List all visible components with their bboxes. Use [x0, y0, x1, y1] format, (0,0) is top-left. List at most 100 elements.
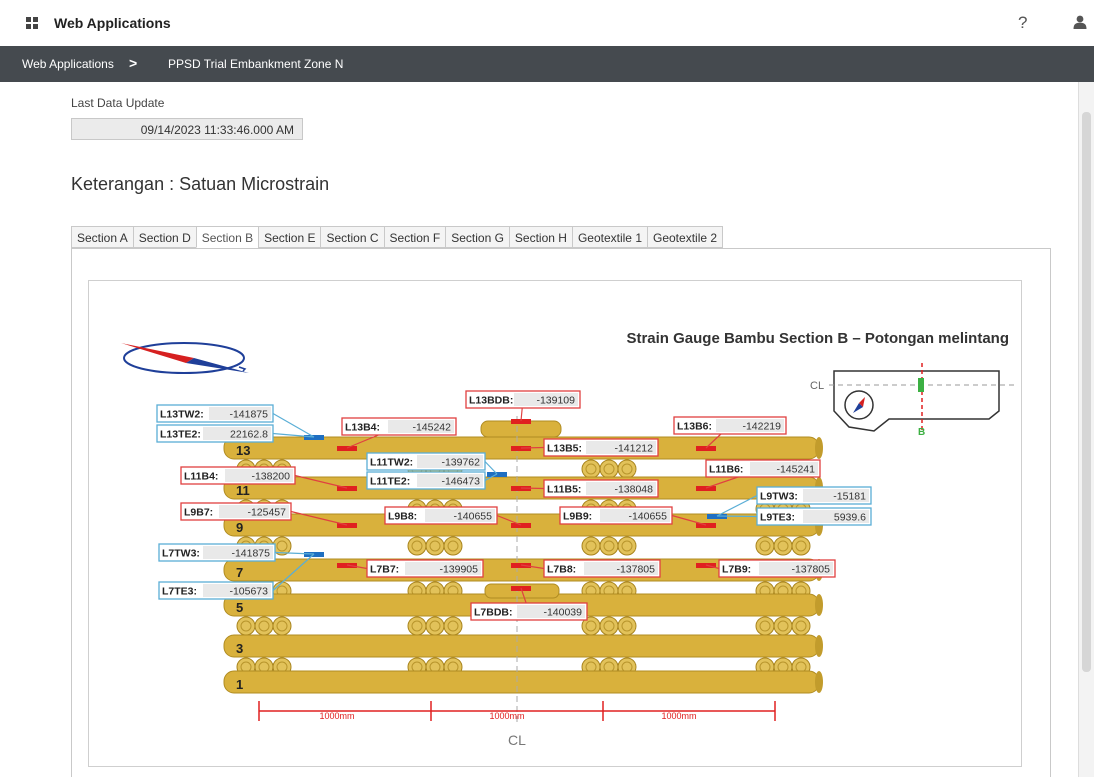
bamboo-cross-section: [599, 536, 619, 556]
gauge-name: L9B7:: [184, 507, 213, 519]
gauge-label-l11b6[interactable]: L11B6: -145241: [705, 459, 821, 478]
gauge-name: L13BDB:: [469, 395, 513, 407]
gauge-name: L13B6:: [677, 421, 712, 433]
bamboo-cross-section: [407, 536, 427, 556]
scrollbar-thumb[interactable]: [1082, 112, 1091, 672]
gauge-label-l9b7[interactable]: L9B7: -125457: [180, 502, 292, 521]
layer-number: 3: [236, 641, 243, 656]
gauge-name: L9B8:: [388, 511, 417, 523]
bamboo-cross-section: [254, 616, 274, 636]
bamboo-pole-end: [815, 635, 823, 657]
gauge-value: 5939.6: [834, 512, 866, 524]
gauge-label-l13te2[interactable]: L13TE2: 22162.8: [156, 424, 274, 443]
gauge-marker-l13b6: [696, 446, 716, 451]
gauge-label-l7b8[interactable]: L7B8: -137805: [543, 559, 661, 578]
gauge-label-l13b4[interactable]: L13B4: -145242: [341, 417, 457, 436]
tab-section-f[interactable]: Section F: [383, 226, 446, 248]
bamboo-cross-section: [425, 616, 445, 636]
gauge-name: L9TE3:: [760, 512, 795, 524]
compass-small-icon: [844, 390, 874, 420]
gauge-label-l7bdb[interactable]: L7BDB: -140039: [470, 602, 588, 621]
tab-section-b[interactable]: Section B: [195, 226, 259, 248]
bamboo-cross-section: [791, 616, 811, 636]
user-icon[interactable]: [1072, 14, 1088, 30]
bamboo-pole: [223, 670, 820, 694]
gauge-name: L7TE3:: [162, 586, 197, 598]
layer-number: 11: [236, 483, 250, 498]
section-tabs: Section A Section D Section B Section E Sect…: [71, 226, 724, 248]
bamboo-cross-section: [755, 616, 775, 636]
gauge-label-l7b9[interactable]: L7B9: -137805: [718, 559, 836, 578]
gauge-label-l13tw2[interactable]: L13TW2: -141875: [156, 404, 274, 423]
cross-section-diagram: Strain Gauge Bambu Section B – Potongan …: [121, 330, 1014, 748]
tab-geotextile-2[interactable]: Geotextile 2: [647, 226, 724, 248]
bamboo-cross-section: [617, 616, 637, 636]
gauge-label-l9b9[interactable]: L9B9: -140655: [559, 506, 673, 525]
gauge-value: -137805: [616, 564, 655, 576]
tab-section-h[interactable]: Section H: [508, 226, 572, 248]
dimension-label: 1000mm: [489, 711, 524, 721]
bamboo-cross-section: [425, 536, 445, 556]
breadcrumb-current: PPSD Trial Embankment Zone N: [168, 57, 344, 71]
gauge-label-l9te3[interactable]: L9TE3: 5939.6: [756, 507, 872, 526]
layer-number: 1: [236, 677, 243, 692]
bamboo-cross-section: [443, 536, 463, 556]
gauge-value: -105673: [229, 586, 268, 598]
bamboo-cross-section: [599, 616, 619, 636]
layer-number: 9: [236, 520, 243, 535]
dimension-lines: 1000mm 1000mm 1000mm: [258, 701, 776, 721]
leader-line: [716, 515, 758, 518]
bamboo-cross-section: [617, 536, 637, 556]
gauge-label-l11b4[interactable]: L11B4: -138200: [180, 466, 296, 485]
bamboo-cross-section: [272, 616, 292, 636]
gauge-label-l7b7[interactable]: L7B7: -139905: [366, 559, 484, 578]
gauge-label-l13bdb[interactable]: L13BDB: -139109: [465, 390, 581, 409]
tab-geotextile-1[interactable]: Geotextile 1: [571, 226, 647, 248]
tab-section-d[interactable]: Section D: [132, 226, 196, 248]
vertical-scrollbar[interactable]: [1078, 82, 1094, 777]
gauge-value: -140039: [543, 607, 582, 619]
gauge-marker-l9b8: [511, 523, 531, 528]
bamboo-cross-section: [755, 536, 775, 556]
gauge-marker-l13b4: [337, 446, 357, 451]
gauge-label-l7te3[interactable]: L7TE3: -105673: [158, 581, 274, 600]
gauge-name: L11B4:: [184, 471, 218, 483]
gauge-label-l11tw2[interactable]: L11TW2: -139762: [366, 452, 486, 471]
bamboo-cross-section: [581, 536, 601, 556]
key-cl-label: CL: [810, 380, 824, 392]
gauge-label-l11b5[interactable]: L11B5: -138048: [543, 479, 659, 498]
gauge-label-l7tw3[interactable]: L7TW3: -141875: [158, 543, 276, 562]
gauge-name: L7TW3:: [162, 548, 200, 560]
keterangan-heading: Keterangan : Satuan Microstrain: [71, 174, 330, 194]
top-bar: Web Applications ?: [0, 0, 1094, 47]
gauge-value: -15181: [833, 491, 866, 503]
tab-section-g[interactable]: Section G: [445, 226, 509, 248]
gauge-name: L9B9:: [563, 511, 592, 523]
gauge-value: -145241: [776, 464, 815, 476]
tab-section-c[interactable]: Section C: [320, 226, 384, 248]
gauge-value: -139109: [536, 395, 575, 407]
gauge-label-l9tw3[interactable]: L9TW3: -15181: [756, 486, 872, 505]
bamboo-cross-section: [773, 616, 793, 636]
gauge-value: -141875: [231, 548, 270, 560]
tab-section-e[interactable]: Section E: [258, 226, 321, 248]
tab-section-a[interactable]: Section A: [71, 226, 133, 248]
gauge-label-l13b5[interactable]: L13B5: -141212: [543, 438, 659, 457]
grid-icon[interactable]: [26, 17, 38, 29]
help-icon[interactable]: ?: [1018, 13, 1027, 33]
key-plan: CL B: [810, 363, 1014, 438]
gauge-name: L11TW2:: [370, 457, 413, 469]
gauge-value: -140655: [453, 511, 492, 523]
gauge-label-l11te2[interactable]: L11TE2: -146473: [366, 471, 486, 490]
gauge-label-l13b6[interactable]: L13B6: -142219: [673, 416, 787, 435]
last-update-label: Last Data Update: [71, 96, 165, 110]
gauge-value: -146473: [441, 476, 480, 488]
breadcrumb-root-link[interactable]: Web Applications: [22, 57, 114, 71]
gauge-value: -145242: [412, 422, 451, 434]
bamboo-pole-end: [815, 437, 823, 459]
gauge-label-l9b8[interactable]: L9B8: -140655: [384, 506, 498, 525]
gauge-value: -140655: [628, 511, 667, 523]
diagram-title: Strain Gauge Bambu Section B – Potongan …: [626, 330, 1009, 347]
gauge-name: L11TE2:: [370, 476, 410, 488]
bamboo-cross-section: [791, 536, 811, 556]
